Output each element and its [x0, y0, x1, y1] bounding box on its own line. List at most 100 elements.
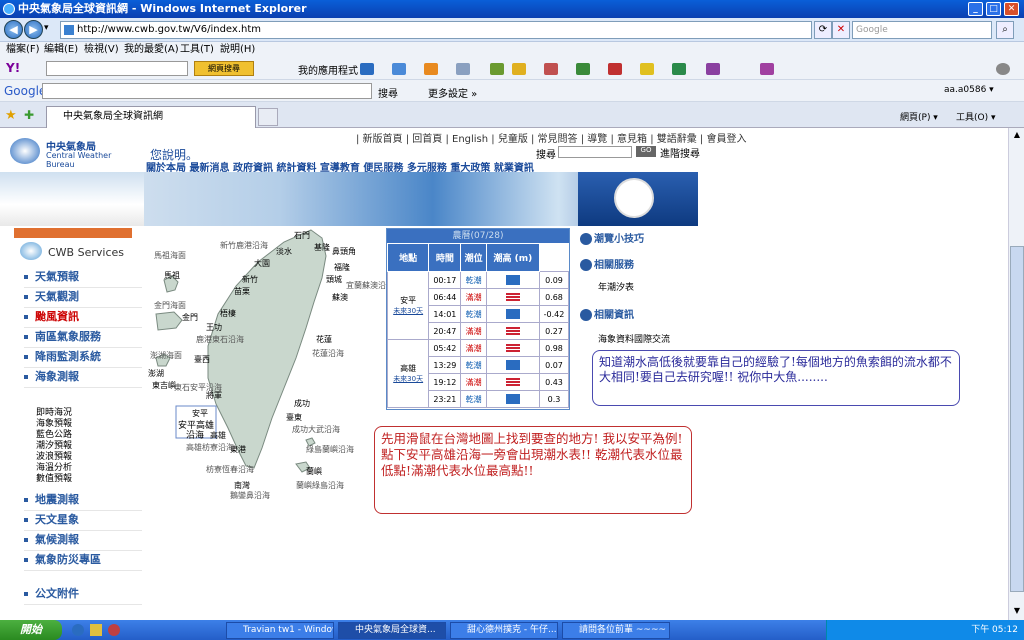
yahoo-search-input[interactable]: [46, 61, 188, 76]
submenu-numeric[interactable]: 數值預報: [24, 474, 142, 485]
taiwan-map[interactable]: 石門 基隆 鼻頭角 淡水 大園 福隆 蘇澳 新竹 苗栗 頭城 梧棲 花蓮 王功 …: [146, 228, 394, 504]
quicklaunch-ie-icon[interactable]: [72, 624, 84, 636]
start-button[interactable]: 開始: [0, 620, 62, 640]
menu-help[interactable]: 說明(H): [220, 42, 255, 58]
map-label[interactable]: 基隆: [314, 242, 330, 253]
google-more-settings[interactable]: 更多設定 »: [428, 85, 477, 100]
map-label[interactable]: 馬祖: [164, 270, 180, 281]
toolbar-app-icon[interactable]: [360, 63, 374, 75]
cwb-logo[interactable]: 中央氣象局 Central Weather Bureau: [10, 136, 140, 169]
toolbar-app-icon[interactable]: [706, 63, 720, 75]
menu-weather-forecast[interactable]: 天氣預報: [24, 268, 142, 288]
map-label[interactable]: 成功: [294, 398, 310, 409]
scroll-up-icon[interactable]: ▲: [1011, 130, 1023, 140]
menu-marine[interactable]: 海象測報: [24, 368, 142, 388]
tips-link[interactable]: 潮覽小技巧: [580, 230, 644, 245]
map-label[interactable]: 新竹: [242, 274, 258, 285]
address-bar[interactable]: http://www.cwb.gov.tw/V6/index.htm: [60, 21, 812, 39]
refresh-button[interactable]: ⟳: [814, 21, 832, 39]
station-30day-link[interactable]: 未來30天: [388, 306, 428, 316]
map-label[interactable]: 馬祖海面: [154, 250, 186, 261]
menu-view[interactable]: 檢視(V): [84, 42, 119, 58]
map-label[interactable]: 成功大武沿海: [292, 424, 340, 435]
favorites-star-icon[interactable]: ★: [5, 108, 17, 123]
search-icon[interactable]: ⌕: [996, 21, 1014, 39]
map-label[interactable]: 鵝鑾鼻沿海: [230, 490, 270, 501]
stop-button[interactable]: ✕: [832, 21, 850, 39]
map-label[interactable]: 蘭嶼綠島沿海: [296, 480, 344, 491]
mail-icon[interactable]: [392, 63, 406, 75]
submenu-realtime[interactable]: 即時海況: [24, 408, 142, 419]
minimize-button[interactable]: _: [968, 2, 983, 16]
map-label[interactable]: 王功: [206, 322, 222, 333]
toolbar-app-icon[interactable]: [640, 63, 654, 75]
map-label[interactable]: 花蓮沿海: [312, 348, 344, 359]
submenu-blue-highway[interactable]: 藍色公路: [24, 430, 142, 441]
map-label[interactable]: 淡水: [276, 246, 292, 257]
vertical-scrollbar[interactable]: ▲ ▼: [1008, 128, 1024, 620]
toolbar-app-icon[interactable]: [490, 63, 504, 75]
toolbar-app-icon[interactable]: [760, 63, 774, 75]
top-links[interactable]: | 新版首頁 | 回首頁 | English | 兒童版 | 常見問答 | 導覽…: [356, 130, 746, 145]
menu-disaster[interactable]: 氣象防災專區: [24, 551, 142, 571]
submenu-sst[interactable]: 海溫分析: [24, 463, 142, 474]
settings-icon[interactable]: [996, 63, 1010, 75]
map-label[interactable]: 鹿港東石沿海: [196, 334, 244, 345]
map-label[interactable]: 福隆: [334, 262, 350, 273]
toolbar-app-icon[interactable]: [512, 63, 526, 75]
submenu-wave[interactable]: 波浪預報: [24, 452, 142, 463]
menu-south-service[interactable]: 南區氣象服務: [24, 328, 142, 348]
map-label[interactable]: 金門: [182, 312, 198, 323]
map-label[interactable]: 臺東: [286, 412, 302, 423]
station-30day-link[interactable]: 未來30天: [388, 374, 428, 384]
task-travian[interactable]: Travian tw1 - Window...: [226, 622, 334, 639]
maximize-button[interactable]: □: [986, 2, 1001, 16]
site-search-input[interactable]: [558, 146, 632, 158]
map-label[interactable]: 花蓮: [316, 334, 332, 345]
toolbar-app-icon[interactable]: [576, 63, 590, 75]
map-label[interactable]: 高雄枋寮沿海: [186, 442, 234, 453]
map-label[interactable]: 梧棲: [220, 308, 236, 319]
marine-exchange-link[interactable]: 海象資料國際交流: [598, 332, 670, 345]
menu-climate[interactable]: 氣候測報: [24, 531, 142, 551]
task-poker[interactable]: 甜心德州撲克 - 午仔...: [450, 622, 558, 639]
services-heading[interactable]: 相關服務: [580, 256, 634, 271]
menu-file[interactable]: 檔案(F): [6, 42, 40, 58]
menu-attachments[interactable]: 公文附件: [24, 585, 142, 605]
close-button[interactable]: ✕: [1004, 2, 1019, 16]
map-label[interactable]: 澎湖海面: [150, 350, 182, 361]
map-label[interactable]: 枋寮恆春沿海: [206, 464, 254, 475]
map-label[interactable]: 鼻頭角: [332, 246, 356, 257]
toolbar-app-icon[interactable]: [544, 63, 558, 75]
map-label[interactable]: 沿海: [186, 428, 204, 441]
map-label[interactable]: 新竹鹿港沿海: [220, 240, 268, 251]
yahoo-logo-icon[interactable]: Y!: [6, 61, 20, 75]
google-account[interactable]: aa.a0586 ▾: [944, 85, 994, 95]
info-heading[interactable]: 相關資訊: [580, 306, 634, 321]
map-label[interactable]: 東石安平沿海: [174, 382, 222, 393]
scroll-thumb[interactable]: [1010, 246, 1024, 592]
map-label[interactable]: 綠島蘭嶼沿海: [306, 444, 354, 455]
menu-edit[interactable]: 編輯(E): [44, 42, 78, 58]
annual-tide-link[interactable]: 年潮汐表: [598, 280, 634, 293]
map-label[interactable]: 石門: [294, 230, 310, 241]
map-label[interactable]: 金門海面: [154, 300, 186, 311]
history-dropdown-icon[interactable]: ▾: [44, 23, 49, 33]
menu-rain-monitor[interactable]: 降雨監測系統: [24, 348, 142, 368]
menu-earthquake[interactable]: 地震測報: [24, 491, 142, 511]
tab-cwb[interactable]: 中央氣象局全球資訊網: [46, 106, 256, 128]
task-forum[interactable]: 請問各位前輩 ~~~~ -...: [562, 622, 670, 639]
clock[interactable]: 下午 05:12: [971, 625, 1018, 635]
back-button[interactable]: ◀: [4, 20, 23, 39]
toolbar-app-icon[interactable]: [608, 63, 622, 75]
tools-menu[interactable]: 工具(O) ▾: [956, 110, 996, 123]
menu-tools[interactable]: 工具(T): [180, 42, 214, 58]
menu-typhoon[interactable]: 颱風資訊: [24, 308, 142, 328]
map-label[interactable]: 頭城: [326, 274, 342, 285]
site-search-go[interactable]: GO: [636, 146, 656, 157]
google-search-input[interactable]: [42, 83, 372, 99]
google-search-button[interactable]: 搜尋: [378, 85, 398, 100]
map-label[interactable]: 大園: [254, 258, 270, 269]
forward-button[interactable]: ▶: [24, 20, 43, 39]
map-label[interactable]: 東吉嶼: [152, 380, 176, 391]
